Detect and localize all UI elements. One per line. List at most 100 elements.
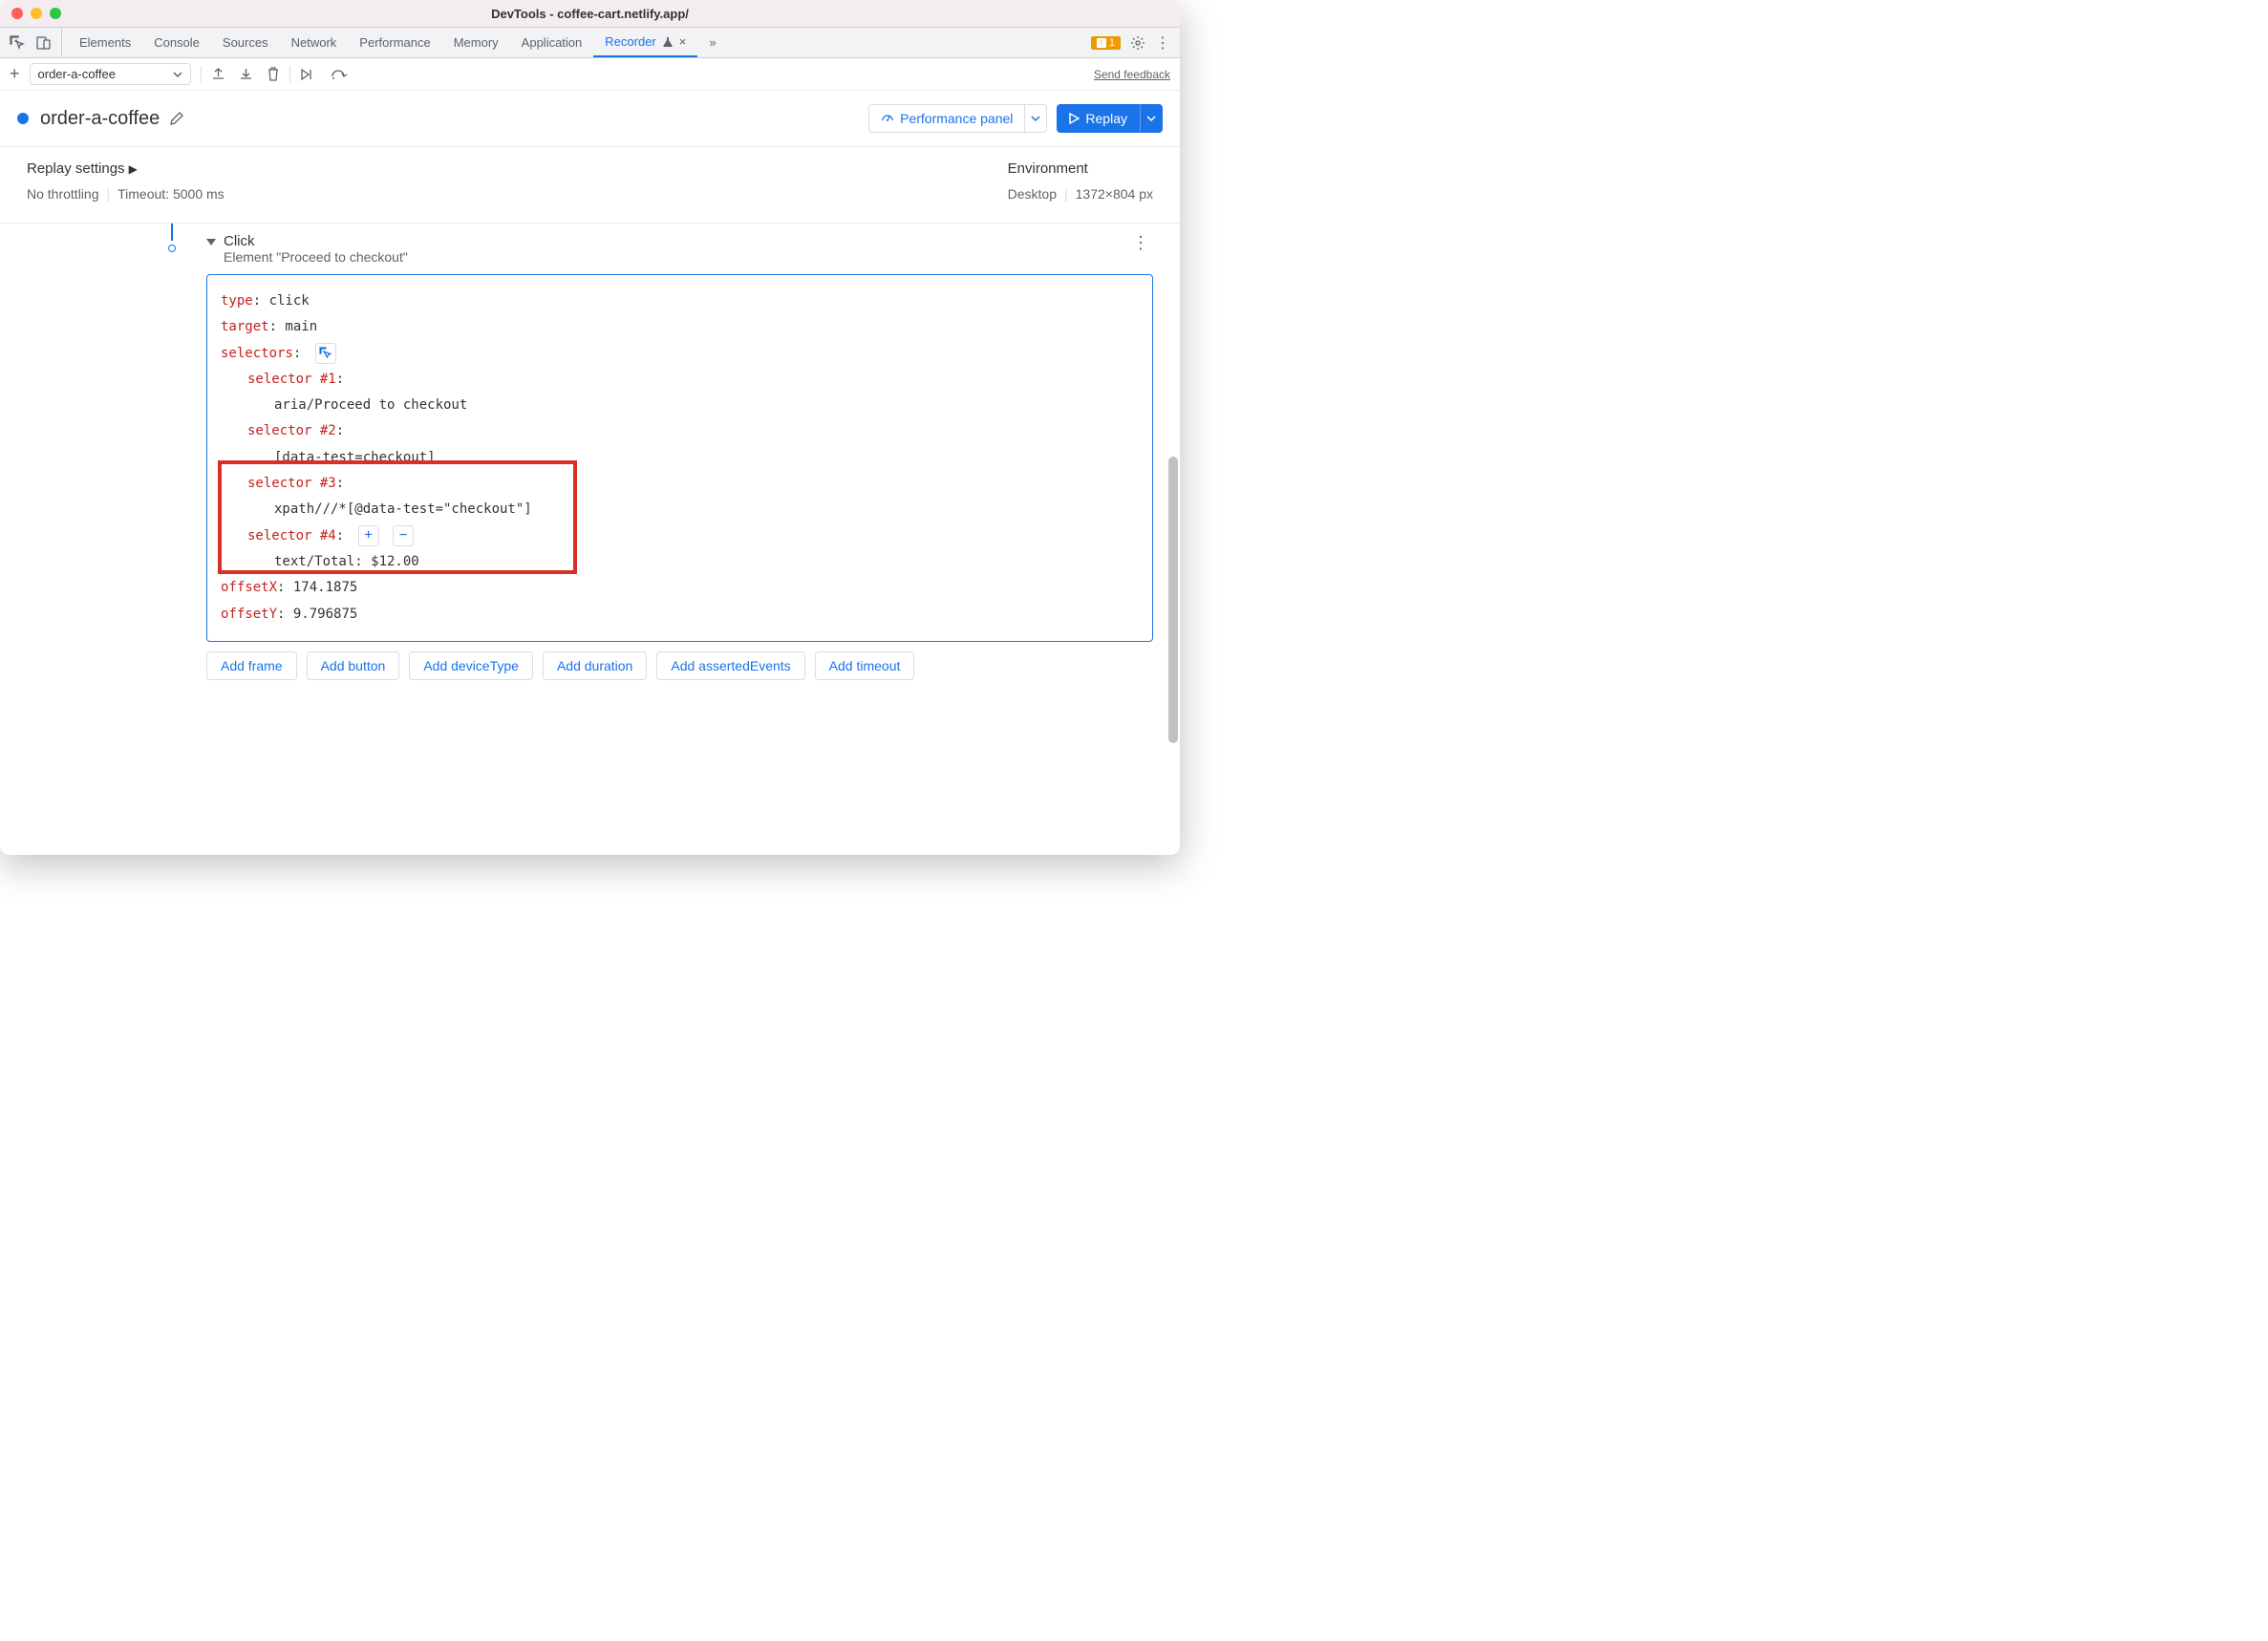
settings-gear-icon[interactable] — [1130, 35, 1145, 51]
window-title: DevTools - coffee-cart.netlify.app/ — [0, 7, 1180, 21]
selector-1-key: selector #1 — [247, 372, 336, 387]
offsety-key: offsetY — [221, 607, 277, 622]
recording-title: order-a-coffee — [40, 108, 160, 130]
delete-icon[interactable] — [267, 67, 280, 81]
device-toolbar-icon[interactable] — [36, 35, 52, 51]
step-title: Click — [224, 233, 408, 249]
dimensions-value: 1372×804 px — [1076, 186, 1153, 202]
tab-recorder[interactable]: Recorder × — [593, 28, 697, 57]
recording-selector[interactable]: order-a-coffee — [30, 63, 191, 85]
performance-panel-label: Performance panel — [900, 111, 1013, 126]
tab-elements[interactable]: Elements — [68, 28, 142, 57]
step-subtitle: Element "Proceed to checkout" — [224, 249, 408, 265]
target-value[interactable]: : main — [269, 319, 318, 334]
steps-area: Click Element "Proceed to checkout" ⋮ ty… — [0, 224, 1180, 855]
scrollbar[interactable] — [1166, 224, 1180, 855]
performance-panel-dropdown[interactable] — [1025, 104, 1047, 133]
replay-group: Replay — [1057, 104, 1163, 133]
recording-name: order-a-coffee — [38, 67, 116, 81]
tab-network[interactable]: Network — [280, 28, 349, 57]
selector-2-value[interactable]: [data-test=checkout] — [274, 450, 436, 465]
remove-selector-button[interactable]: − — [393, 525, 414, 546]
timeout-value: Timeout: 5000 ms — [118, 186, 225, 202]
settings-row: Replay settings ▶ No throttling | Timeou… — [0, 147, 1180, 224]
add-button-button[interactable]: Add button — [307, 651, 400, 680]
colon: : — [293, 346, 301, 361]
tab-sources[interactable]: Sources — [211, 28, 280, 57]
add-timeout-button[interactable]: Add timeout — [815, 651, 915, 680]
send-feedback-link[interactable]: Send feedback — [1094, 68, 1170, 81]
add-duration-button[interactable]: Add duration — [543, 651, 647, 680]
recording-header: order-a-coffee Performance panel Replay — [0, 91, 1180, 147]
export-icon[interactable] — [211, 67, 225, 81]
offsety-value[interactable]: : 9.796875 — [277, 607, 357, 622]
selectors-key: selectors — [221, 346, 293, 361]
offsetx-key: offsetX — [221, 580, 277, 595]
collapse-step-icon[interactable] — [206, 239, 216, 245]
device-value: Desktop — [1008, 186, 1057, 202]
replay-button[interactable]: Replay — [1057, 104, 1140, 133]
step-more-menu[interactable]: ⋮ — [1132, 233, 1153, 253]
colon: : — [336, 372, 344, 387]
play-step-icon[interactable] — [300, 68, 317, 81]
tab-console[interactable]: Console — [142, 28, 211, 57]
type-key: type — [221, 293, 253, 309]
colon: : — [336, 528, 344, 543]
step-bullet-icon — [168, 245, 176, 252]
rail-line — [171, 224, 173, 241]
warnings-count: 1 — [1109, 37, 1115, 49]
environment-label: Environment — [1008, 160, 1153, 177]
scrollbar-thumb[interactable] — [1168, 457, 1178, 743]
add-assertedevents-button[interactable]: Add assertedEvents — [656, 651, 804, 680]
colon: : — [336, 423, 344, 438]
warnings-badge[interactable]: ! 1 — [1091, 36, 1121, 50]
more-tabs-button[interactable]: » — [697, 28, 727, 57]
add-recording-icon[interactable]: + — [10, 64, 20, 84]
divider — [201, 66, 202, 83]
step-over-icon[interactable] — [331, 69, 348, 80]
tab-performance[interactable]: Performance — [348, 28, 441, 57]
tab-recorder-label: Recorder — [605, 34, 655, 49]
record-indicator-icon — [17, 113, 29, 124]
selector-4-key: selector #4 — [247, 528, 336, 543]
colon: : — [336, 476, 344, 491]
tabs-row: Elements Console Sources Network Perform… — [0, 28, 1180, 58]
recorder-toolbar: + order-a-coffee Send feedback — [0, 58, 1180, 91]
flask-icon — [662, 36, 674, 48]
devtools-window: DevTools - coffee-cart.netlify.app/ Elem… — [0, 0, 1180, 855]
add-selector-button[interactable]: + — [358, 525, 379, 546]
divider: | — [1064, 186, 1068, 202]
chevron-down-icon — [173, 70, 182, 79]
selector-4-value[interactable]: text/Total: $12.00 — [274, 554, 419, 569]
divider — [289, 66, 290, 83]
step-rail — [27, 233, 180, 680]
throttling-value: No throttling — [27, 186, 98, 202]
replay-dropdown[interactable] — [1140, 104, 1163, 133]
chevron-right-icon: ▶ — [129, 162, 138, 176]
tab-memory[interactable]: Memory — [442, 28, 510, 57]
performance-panel-button[interactable]: Performance panel — [868, 104, 1025, 133]
panel-tabs: Elements Console Sources Network Perform… — [68, 28, 728, 57]
edit-title-icon[interactable] — [169, 111, 184, 126]
target-key: target — [221, 319, 269, 334]
selector-3-value[interactable]: xpath///*[@data-test="checkout"] — [274, 501, 532, 517]
inspect-icon[interactable] — [10, 35, 25, 51]
replay-settings-toggle[interactable]: Replay settings ▶ — [27, 160, 225, 177]
svg-text:!: ! — [1101, 38, 1103, 48]
offsetx-value[interactable]: : 174.1875 — [277, 580, 357, 595]
selector-2-key: selector #2 — [247, 423, 336, 438]
kebab-menu-icon[interactable]: ⋮ — [1155, 33, 1170, 53]
divider: | — [106, 186, 110, 202]
element-picker-button[interactable] — [315, 343, 336, 364]
add-devicetype-button[interactable]: Add deviceType — [409, 651, 533, 680]
add-frame-button[interactable]: Add frame — [206, 651, 297, 680]
close-tab-icon[interactable]: × — [679, 34, 687, 49]
tab-application[interactable]: Application — [510, 28, 594, 57]
add-properties-row: Add frame Add button Add deviceType Add … — [206, 651, 1153, 680]
selector-1-value[interactable]: aria/Proceed to checkout — [274, 397, 467, 413]
step-details-panel: type: click target: main selectors: sele… — [206, 274, 1153, 642]
titlebar: DevTools - coffee-cart.netlify.app/ — [0, 0, 1180, 28]
import-icon[interactable] — [239, 67, 253, 81]
replay-settings-label: Replay settings — [27, 160, 125, 177]
type-value[interactable]: : click — [253, 293, 310, 309]
